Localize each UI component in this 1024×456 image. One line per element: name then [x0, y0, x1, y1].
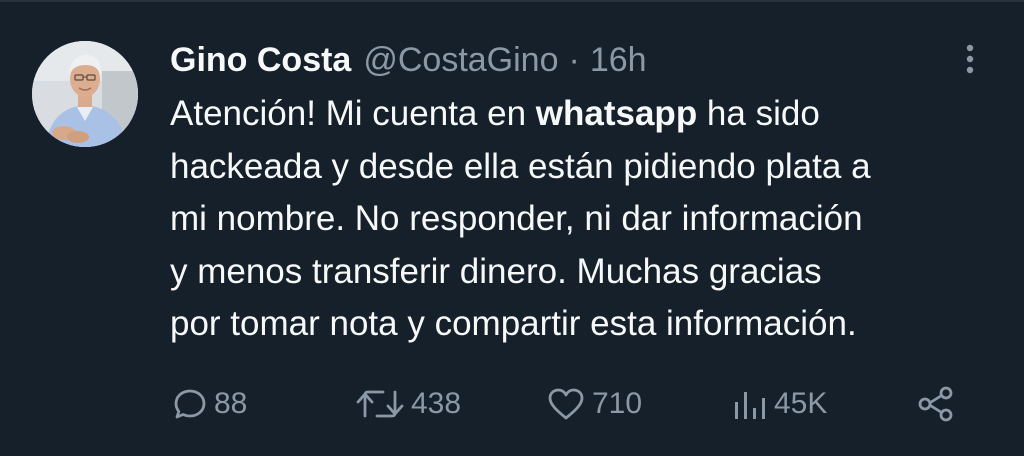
avatar[interactable]: [32, 41, 138, 147]
speech-bubble-icon: [174, 389, 206, 419]
reply-count: 88: [214, 387, 248, 420]
bold-text-segment: whatsapp: [535, 94, 698, 133]
separator-dot: ·: [568, 41, 580, 79]
bar-chart-icon: [735, 392, 765, 419]
like-count: 710: [592, 387, 643, 420]
tweet-text: Atención! Mi cuenta en whatsapp ha sido …: [170, 88, 1000, 351]
tweet-text-line: por tomar nota y compartir esta informac…: [170, 304, 857, 343]
heart-icon: [548, 388, 584, 420]
share-button[interactable]: [916, 380, 956, 428]
avatar-photo: [32, 41, 138, 147]
like-button[interactable]: 710: [546, 380, 642, 428]
divider: [0, 0, 1024, 2]
action-bar: 88 438 710 45K: [0, 380, 1024, 428]
views-count: 45K: [774, 387, 828, 420]
retweet-button[interactable]: 438: [355, 380, 461, 428]
tweet-header: Gino Costa @CostaGino · 16h: [170, 38, 647, 82]
share-nodes-icon: [918, 386, 953, 422]
reply-button[interactable]: 88: [172, 380, 247, 428]
author-name[interactable]: Gino Costa: [170, 38, 351, 82]
tweet-text-line: y menos transferir dinero. Muchas gracia…: [170, 251, 822, 291]
author-handle[interactable]: @CostaGino: [363, 38, 558, 82]
tweet-text-line: mi nombre. No responder, ni dar informac…: [170, 199, 863, 238]
tweet-card[interactable]: Gino Costa @CostaGino · 16h Atención! Mi…: [0, 0, 1024, 456]
more-vertical-icon: [966, 44, 974, 74]
retweet-count: 438: [411, 387, 462, 420]
text-segment: ha sido: [697, 94, 820, 133]
views-button[interactable]: 45K: [732, 380, 827, 428]
text-segment: Atención! Mi cuenta en: [170, 94, 536, 133]
tweet-text-line: hackeada y desde ella están pidiendo pla…: [170, 146, 871, 186]
timestamp[interactable]: 16h: [590, 38, 647, 82]
tweet-text-line: Atención! Mi cuenta en whatsapp ha sido: [170, 88, 1000, 141]
retweet-arrows-icon: [356, 390, 404, 418]
more-options-button[interactable]: [958, 42, 982, 76]
